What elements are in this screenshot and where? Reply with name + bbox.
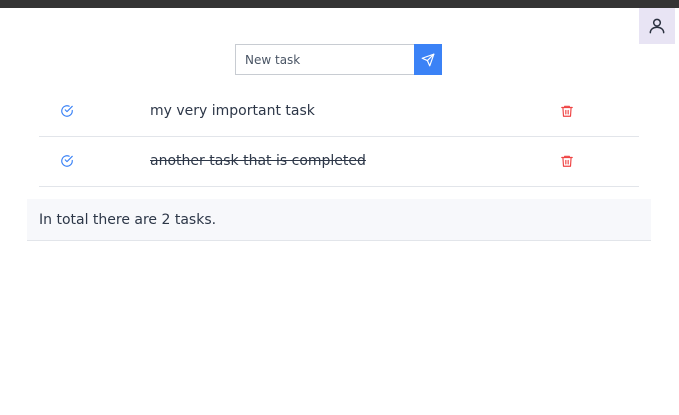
complete-task-button[interactable] (59, 153, 75, 169)
trash-icon (560, 154, 574, 168)
new-task-input[interactable] (235, 44, 414, 75)
task-row: another task that is completed (39, 137, 639, 187)
user-icon (647, 16, 667, 36)
profile-button[interactable] (639, 8, 675, 44)
task-summary: In total there are 2 tasks. (27, 199, 651, 241)
task-text: my very important task (150, 103, 315, 119)
task-text: another task that is completed (150, 153, 366, 169)
check-circle-icon (60, 154, 74, 168)
add-task-button[interactable] (414, 44, 442, 75)
new-task-form (235, 44, 442, 75)
delete-task-button[interactable] (559, 153, 575, 169)
task-list: my very important task another task that… (39, 87, 639, 187)
task-row: my very important task (39, 87, 639, 137)
delete-task-button[interactable] (559, 103, 575, 119)
top-bar (0, 0, 679, 8)
check-circle-icon (60, 104, 74, 118)
complete-task-button[interactable] (59, 103, 75, 119)
trash-icon (560, 104, 574, 118)
send-icon (421, 53, 435, 67)
